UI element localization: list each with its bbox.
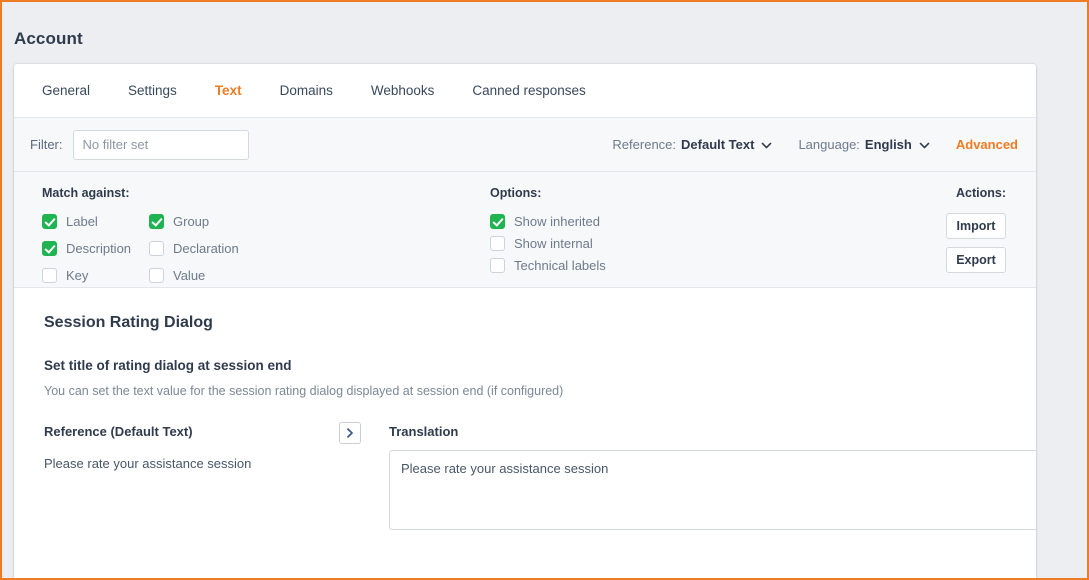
reference-dropdown[interactable]: Reference: Default Text <box>612 137 772 152</box>
checkbox-box-group[interactable] <box>149 214 164 229</box>
import-button[interactable]: Import <box>946 213 1006 239</box>
checkbox-show-internal[interactable]: Show internal <box>490 235 910 252</box>
actions-title: Actions: <box>956 186 1006 200</box>
language-dropdown[interactable]: Language: English <box>798 137 930 152</box>
match-against-checkbox-grid: Label Group Description Declaration Key … <box>42 213 490 289</box>
checkbox-value[interactable]: Value <box>149 267 490 284</box>
checkbox-box-value[interactable] <box>149 268 164 283</box>
checkbox-box-description[interactable] <box>42 241 57 256</box>
chevron-right-icon <box>344 427 356 439</box>
section-title: Session Rating Dialog <box>44 314 213 331</box>
checkbox-box-key[interactable] <box>42 268 57 283</box>
account-card: General Settings Text Domains Webhooks C… <box>14 64 1036 578</box>
checkbox-box-label[interactable] <box>42 214 57 229</box>
checkbox-text-label: Label <box>66 214 98 229</box>
language-dropdown-value: English <box>864 137 912 152</box>
actions-column: Actions: Import Export <box>946 186 1020 273</box>
match-against-column: Match against: Label Group Description D… <box>30 186 490 283</box>
reference-dropdown-value: Default Text <box>681 137 755 152</box>
checkbox-text-description: Description <box>66 241 132 256</box>
tab-settings[interactable]: Settings <box>116 77 189 104</box>
language-dropdown-prefix: Language: <box>798 137 860 152</box>
checkbox-text-show-inherited: Show inherited <box>514 214 600 229</box>
checkbox-box-show-inherited[interactable] <box>490 214 505 229</box>
translation-column: Translation <box>361 424 1036 535</box>
translation-heading: Translation <box>389 424 459 439</box>
chevron-down-icon <box>919 140 930 151</box>
checkbox-show-inherited[interactable]: Show inherited <box>490 213 910 230</box>
checkbox-label[interactable]: Label <box>42 213 149 230</box>
options-title: Options: <box>490 186 542 200</box>
match-against-title: Match against: <box>42 186 130 200</box>
reference-heading: Reference (Default Text) <box>44 424 193 439</box>
tab-domains[interactable]: Domains <box>268 77 345 104</box>
options-checkbox-list: Show inherited Show internal Technical l… <box>490 213 910 274</box>
filter-label: Filter: <box>30 137 63 152</box>
options-panel: Match against: Label Group Description D… <box>14 172 1036 288</box>
content-section: Session Rating Dialog Set title of ratin… <box>14 288 1036 535</box>
checkbox-text-show-internal: Show internal <box>514 236 593 251</box>
checkbox-text-technical-labels: Technical labels <box>514 258 606 273</box>
checkbox-technical-labels[interactable]: Technical labels <box>490 257 910 274</box>
checkbox-group[interactable]: Group <box>149 213 490 230</box>
checkbox-text-group: Group <box>173 214 210 229</box>
tab-webhooks[interactable]: Webhooks <box>359 77 447 104</box>
filter-bar-right: Reference: Default Text Language: Englis… <box>612 137 1020 152</box>
filter-input[interactable] <box>72 129 249 160</box>
checkbox-text-key: Key <box>66 268 89 283</box>
reference-translation-pair: Reference (Default Text) Please rate you… <box>44 422 1036 535</box>
tab-canned-responses[interactable]: Canned responses <box>460 77 597 104</box>
tab-bar: General Settings Text Domains Webhooks C… <box>14 64 1036 118</box>
entry-title: Set title of rating dialog at session en… <box>44 358 292 373</box>
options-column: Options: Show inherited Show internal Te… <box>490 186 910 273</box>
entry-description: You can set the text value for the sessi… <box>44 384 564 398</box>
app-viewport: Account General Settings Text Domains We… <box>0 0 1089 580</box>
filter-bar: Filter: Reference: Default Text Language… <box>14 118 1036 172</box>
reference-dropdown-prefix: Reference: <box>612 137 677 152</box>
checkbox-box-declaration[interactable] <box>149 241 164 256</box>
checkbox-box-technical-labels[interactable] <box>490 258 505 273</box>
checkbox-box-show-internal[interactable] <box>490 236 505 251</box>
translation-textarea[interactable] <box>389 450 1036 530</box>
copy-to-translation-button[interactable] <box>339 422 361 444</box>
checkbox-key[interactable]: Key <box>42 267 149 284</box>
chevron-down-icon <box>761 140 772 151</box>
checkbox-text-declaration: Declaration <box>173 241 239 256</box>
checkbox-declaration[interactable]: Declaration <box>149 240 490 257</box>
reference-value: Please rate your assistance session <box>44 456 252 471</box>
reference-column: Reference (Default Text) Please rate you… <box>44 424 339 471</box>
tab-general[interactable]: General <box>30 77 102 104</box>
page-title: Account <box>14 29 83 48</box>
export-button[interactable]: Export <box>946 247 1006 273</box>
checkbox-description[interactable]: Description <box>42 240 149 257</box>
advanced-link[interactable]: Advanced <box>956 137 1018 152</box>
tab-text[interactable]: Text <box>203 77 254 104</box>
checkbox-text-value: Value <box>173 268 206 283</box>
